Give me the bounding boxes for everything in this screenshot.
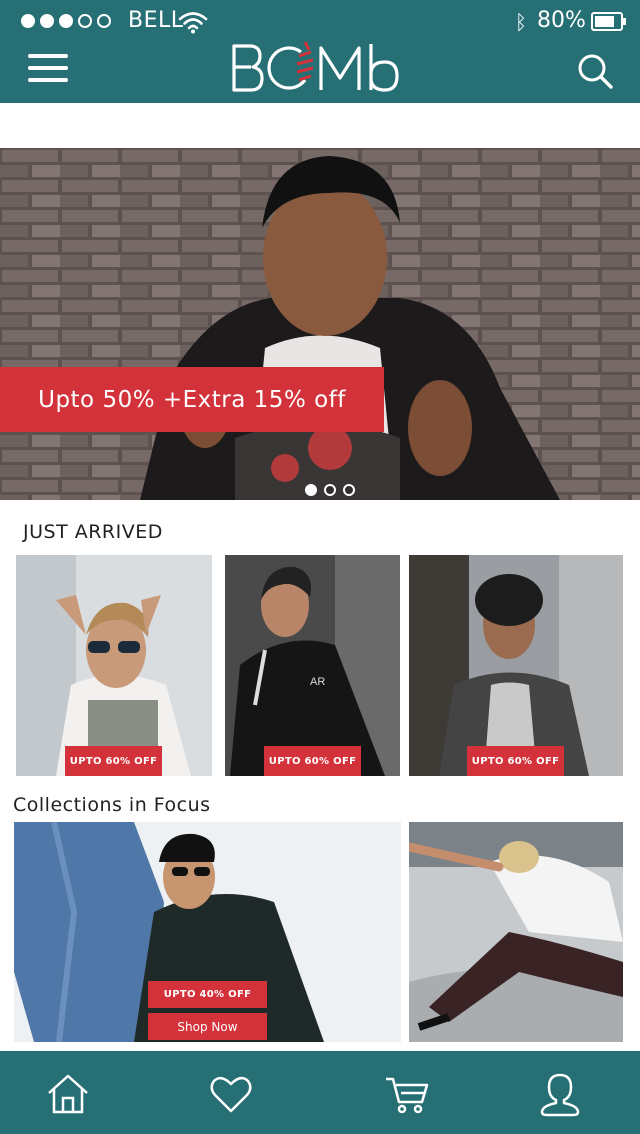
user-icon[interactable]: [537, 1071, 583, 1117]
carousel-indicators: [305, 484, 355, 496]
collection-image: [409, 822, 623, 1042]
hero-banner[interactable]: Upto 50% +Extra 15% off: [0, 148, 640, 500]
home-icon[interactable]: [45, 1071, 91, 1117]
svg-text:AR: AR: [310, 676, 325, 688]
discount-badge: UPTO 60% OFF: [65, 746, 162, 776]
shop-now-button[interactable]: Shop Now: [148, 1013, 267, 1040]
product-card[interactable]: UPTO 60% OFF: [409, 555, 623, 776]
cart-icon[interactable]: [384, 1071, 430, 1117]
product-image: [16, 555, 212, 776]
product-image: AR: [225, 555, 400, 776]
collection-card[interactable]: [409, 822, 623, 1042]
hero-image: [0, 148, 640, 500]
search-icon[interactable]: [576, 52, 614, 90]
discount-badge: UPTO 60% OFF: [467, 746, 564, 776]
battery-percentage: 80%: [537, 8, 586, 33]
carrier-name: BELL: [128, 8, 184, 33]
collections-title: Collections in Focus: [13, 794, 211, 816]
collection-feature-card[interactable]: UPTO 40% OFF Shop Now: [14, 822, 401, 1042]
product-image: [409, 555, 623, 776]
menu-button[interactable]: [28, 52, 70, 84]
wifi-icon: [178, 12, 208, 34]
promo-banner[interactable]: Upto 50% +Extra 15% off: [0, 367, 384, 432]
discount-badge: UPTO 60% OFF: [264, 746, 361, 776]
bluetooth-icon: ᛒ: [515, 10, 527, 34]
brand-logo[interactable]: [229, 38, 411, 96]
heart-icon[interactable]: [208, 1071, 254, 1117]
signal-strength: [21, 14, 111, 28]
just-arrived-title: JUST ARRIVED: [23, 521, 163, 543]
bottom-navigation: [0, 1051, 640, 1134]
product-card[interactable]: UPTO 60% OFF: [16, 555, 212, 776]
product-card[interactable]: AR UPTO 60% OFF: [225, 555, 400, 776]
carousel-dot[interactable]: [324, 484, 336, 496]
carousel-dot[interactable]: [305, 484, 317, 496]
collection-image: [14, 822, 401, 1042]
menu-icon: [28, 54, 68, 58]
battery-icon: [591, 12, 626, 31]
app-header: BELL ᛒ 80%: [0, 0, 640, 103]
carousel-dot[interactable]: [343, 484, 355, 496]
discount-badge: UPTO 40% OFF: [148, 981, 267, 1008]
